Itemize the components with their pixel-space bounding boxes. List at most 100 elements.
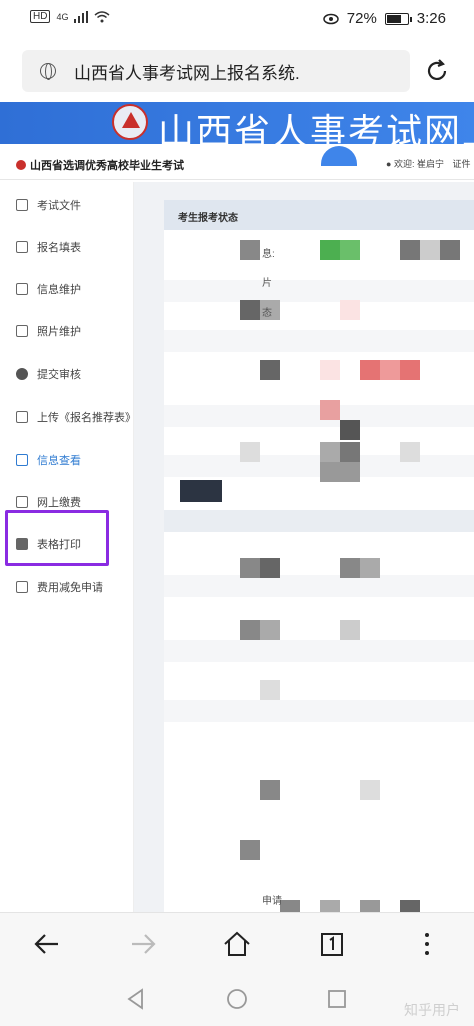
redacted-block — [180, 480, 222, 502]
redacted-block — [360, 558, 380, 578]
blur-row — [164, 455, 474, 477]
sidebar-item-photo-maintenance[interactable]: 照片维护 — [0, 311, 134, 351]
tabs-icon — [321, 933, 343, 956]
status-right: 72% 3:26 — [323, 10, 446, 27]
redacted-block — [360, 360, 380, 380]
redacted-block — [260, 780, 280, 800]
redacted-block — [420, 240, 440, 260]
redacted-block — [320, 360, 340, 380]
redacted-block — [280, 900, 300, 912]
file-icon — [16, 199, 28, 211]
blur-row — [164, 280, 474, 302]
redacted-block — [260, 680, 280, 700]
folder-icon — [16, 411, 28, 423]
redacted-block — [260, 620, 280, 640]
wifi-icon — [94, 10, 110, 22]
address-bar[interactable]: 山西省人事考试网上报名系统. — [22, 50, 410, 92]
redacted-block — [360, 780, 380, 800]
site-banner: 山西省人事考试网上 — [0, 102, 474, 144]
arrow-right-icon — [132, 934, 156, 954]
exam-title: 山西省选调优秀高校毕业生考试 — [16, 157, 184, 173]
system-back-icon[interactable] — [125, 988, 147, 1010]
redacted-block — [380, 360, 400, 380]
doc-icon — [16, 581, 28, 593]
reload-icon[interactable] — [424, 58, 450, 84]
field-label-fragment: 片 — [262, 278, 272, 289]
sidebar-item-submit-review[interactable]: 提交审核 — [0, 354, 134, 394]
redacted-block — [240, 558, 260, 578]
user-info: ● 欢迎: 崔启宁 证件 — [386, 157, 471, 170]
back-button[interactable] — [30, 927, 64, 961]
logo-icon — [112, 104, 148, 140]
home-button[interactable] — [220, 927, 254, 961]
user-extra: 证件 — [452, 159, 471, 169]
monitor-icon — [16, 496, 28, 508]
battery-percent: 72% — [346, 10, 377, 27]
redacted-block — [340, 420, 360, 440]
search-doc-icon — [16, 454, 28, 466]
system-nav-bar — [0, 974, 474, 1026]
tabs-button[interactable] — [315, 927, 349, 961]
arrow-left-icon — [34, 934, 58, 954]
field-label-fragment: 申请 — [262, 896, 282, 907]
blur-row — [164, 330, 474, 352]
blur-row — [164, 510, 474, 532]
exam-logo-icon — [16, 160, 26, 170]
redacted-block — [400, 240, 420, 260]
blur-row — [164, 700, 474, 722]
sub-header: 山西省选调优秀高校毕业生考试 ● 欢迎: 崔启宁 证件 — [0, 148, 474, 180]
redacted-block — [400, 900, 420, 912]
redacted-block — [240, 442, 260, 462]
home-icon — [224, 931, 250, 956]
globe-icon — [40, 63, 56, 80]
form-icon — [16, 241, 28, 253]
banner-title: 山西省人事考试网上 — [158, 111, 474, 144]
redacted-block — [260, 360, 280, 380]
browser-toolbar — [0, 912, 474, 974]
edit-icon — [16, 283, 28, 295]
battery-icon — [384, 12, 412, 25]
redacted-block — [240, 620, 260, 640]
redacted-block — [340, 442, 360, 462]
redacted-block — [240, 240, 260, 260]
signal-icon — [74, 10, 89, 23]
blur-row — [164, 405, 474, 427]
redacted-block — [320, 400, 340, 420]
blur-row — [164, 575, 474, 597]
sidebar-item-fee-waiver[interactable]: 费用减免申请 — [0, 567, 134, 607]
redacted-block — [340, 558, 360, 578]
redacted-block — [240, 840, 260, 860]
user-icon: ● — [386, 159, 392, 169]
redacted-block — [320, 240, 340, 260]
user-greeting: 欢迎: 崔启宁 — [393, 159, 444, 169]
redacted-block — [320, 442, 340, 462]
redacted-block — [260, 558, 280, 578]
redacted-block — [360, 900, 380, 912]
menu-button[interactable] — [410, 927, 444, 961]
system-home-icon[interactable] — [226, 988, 248, 1010]
redacted-block — [400, 360, 420, 380]
image-icon — [16, 325, 28, 337]
forward-button[interactable] — [126, 927, 160, 961]
redacted-block — [340, 300, 360, 320]
redacted-block — [400, 442, 420, 462]
sidebar-item-info-maintenance[interactable]: 信息维护 — [0, 269, 134, 309]
status-left: HD 4G — [30, 10, 110, 23]
system-recents-icon[interactable] — [326, 988, 348, 1010]
hd-icon: HD — [30, 10, 51, 23]
field-label-fragment: 态 — [262, 308, 272, 319]
redacted-block — [320, 462, 360, 482]
blur-row — [164, 640, 474, 662]
sidebar-item-exam-files[interactable]: 考试文件 — [0, 185, 134, 225]
network-type: 4G — [56, 11, 69, 22]
clock: 3:26 — [416, 10, 446, 27]
sidebar-item-registration-form[interactable]: 报名填表 — [0, 227, 134, 267]
sidebar-item-info-view[interactable]: 信息查看 — [0, 440, 134, 480]
sidebar-item-upload-recommendation[interactable]: 上传《报名推荐表》 — [0, 397, 136, 437]
more-vertical-icon — [425, 933, 429, 955]
redacted-block — [340, 620, 360, 640]
main-content: 考生报考状态 息: 片 态 申请 — [134, 182, 474, 912]
redacted-block — [320, 900, 340, 912]
redacted-block — [240, 300, 260, 320]
address-text: 山西省人事考试网上报名系统. — [74, 63, 300, 83]
